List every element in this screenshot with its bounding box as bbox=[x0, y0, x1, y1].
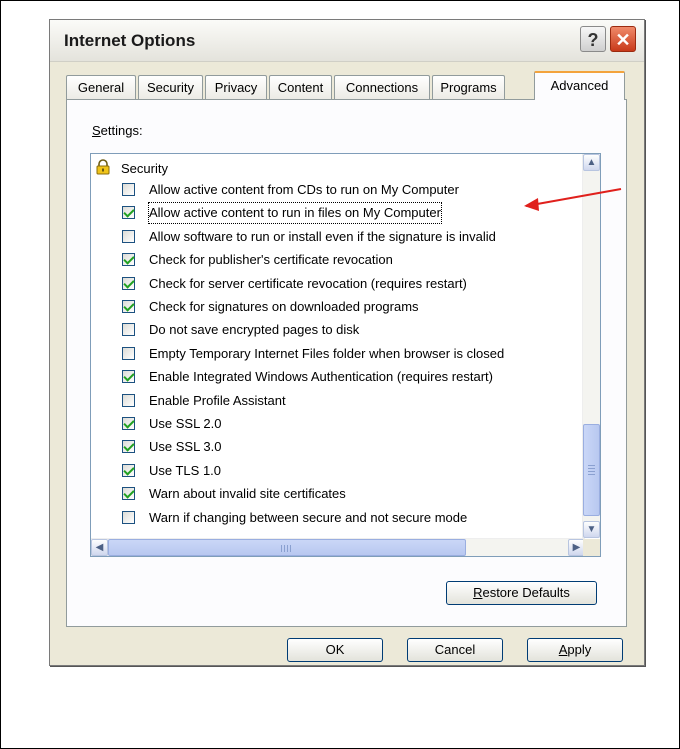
category-security-label: Security bbox=[121, 161, 168, 176]
annotation-arrow bbox=[524, 188, 622, 211]
setting-label: Allow software to run or install even if… bbox=[149, 228, 496, 244]
checkbox-checked[interactable] bbox=[122, 300, 135, 313]
setting-label: Enable Integrated Windows Authentication… bbox=[149, 369, 493, 385]
setting-label: Check for publisher's certificate revoca… bbox=[149, 252, 393, 268]
horizontal-scrollbar[interactable]: ◀ ▶ bbox=[91, 538, 585, 556]
checkbox-unchecked[interactable] bbox=[122, 183, 135, 196]
settings-label: Settings: bbox=[92, 123, 143, 138]
tab-security[interactable]: Security bbox=[138, 75, 203, 99]
checkbox-checked[interactable] bbox=[122, 487, 135, 501]
checkbox-checked[interactable] bbox=[122, 370, 135, 384]
checkbox-unchecked[interactable] bbox=[122, 229, 135, 243]
scrollbar-corner bbox=[583, 539, 600, 556]
setting-label: Allow active content to run in files on … bbox=[148, 202, 442, 225]
window-title: Internet Options bbox=[64, 31, 196, 50]
help-button[interactable]: ? bbox=[580, 26, 606, 52]
apply-button[interactable]: Apply bbox=[527, 638, 623, 662]
setting-label: Check for server certificate revocation … bbox=[149, 275, 467, 291]
scroll-left-button[interactable]: ◀ bbox=[91, 539, 108, 556]
cancel-button[interactable]: Cancel bbox=[407, 638, 503, 662]
scroll-up-button[interactable]: ▲ bbox=[583, 154, 600, 171]
scroll-down-button[interactable]: ▼ bbox=[583, 521, 600, 538]
setting-label: Use SSL 2.0 bbox=[149, 416, 222, 431]
advanced-panel: Settings: Security Allow active content … bbox=[66, 99, 627, 627]
setting-label: Check for signatures on downloaded progr… bbox=[149, 299, 419, 314]
horizontal-scroll-thumb[interactable] bbox=[108, 539, 466, 556]
tab-programs[interactable]: Programs bbox=[432, 75, 505, 99]
checkbox-checked[interactable] bbox=[122, 206, 135, 220]
tab-general[interactable]: General bbox=[66, 75, 136, 99]
checkbox-checked[interactable] bbox=[122, 440, 135, 454]
close-button[interactable]: ✕ bbox=[610, 26, 636, 52]
checkbox-checked[interactable] bbox=[122, 253, 135, 267]
internet-options-dialog: Internet Options ? ✕ General Security Pr… bbox=[49, 19, 645, 666]
checkbox-unchecked[interactable] bbox=[122, 510, 135, 524]
title-bar[interactable]: Internet Options ? ✕ bbox=[50, 20, 644, 62]
vertical-scroll-thumb[interactable] bbox=[583, 424, 600, 516]
setting-label: Do not save encrypted pages to disk bbox=[149, 322, 360, 338]
setting-label: Warn about invalid site certificates bbox=[149, 486, 346, 502]
checkbox-checked[interactable] bbox=[122, 417, 135, 430]
setting-label: Warn if changing between secure and not … bbox=[149, 509, 468, 525]
setting-label: Use TLS 1.0 bbox=[149, 462, 222, 478]
restore-defaults-button[interactable]: Restore Defaults bbox=[446, 581, 597, 605]
setting-label: Allow active content from CDs to run on … bbox=[149, 182, 459, 197]
ok-button[interactable]: OK bbox=[287, 638, 383, 662]
setting-label: Enable Profile Assistant bbox=[149, 392, 286, 408]
checkbox-unchecked[interactable] bbox=[122, 323, 135, 337]
checkbox-unchecked[interactable] bbox=[122, 346, 135, 360]
checkbox-unchecked[interactable] bbox=[122, 393, 135, 407]
lock-icon bbox=[96, 159, 110, 175]
setting-label: Empty Temporary Internet Files folder wh… bbox=[149, 345, 505, 361]
tab-connections[interactable]: Connections bbox=[334, 75, 430, 99]
setting-label: Use SSL 3.0 bbox=[149, 439, 222, 455]
tab-advanced[interactable]: Advanced bbox=[534, 71, 625, 100]
checkbox-checked[interactable] bbox=[122, 276, 135, 290]
tab-content[interactable]: Content bbox=[269, 75, 332, 99]
tab-privacy[interactable]: Privacy bbox=[205, 75, 267, 99]
checkbox-checked[interactable] bbox=[122, 463, 135, 477]
